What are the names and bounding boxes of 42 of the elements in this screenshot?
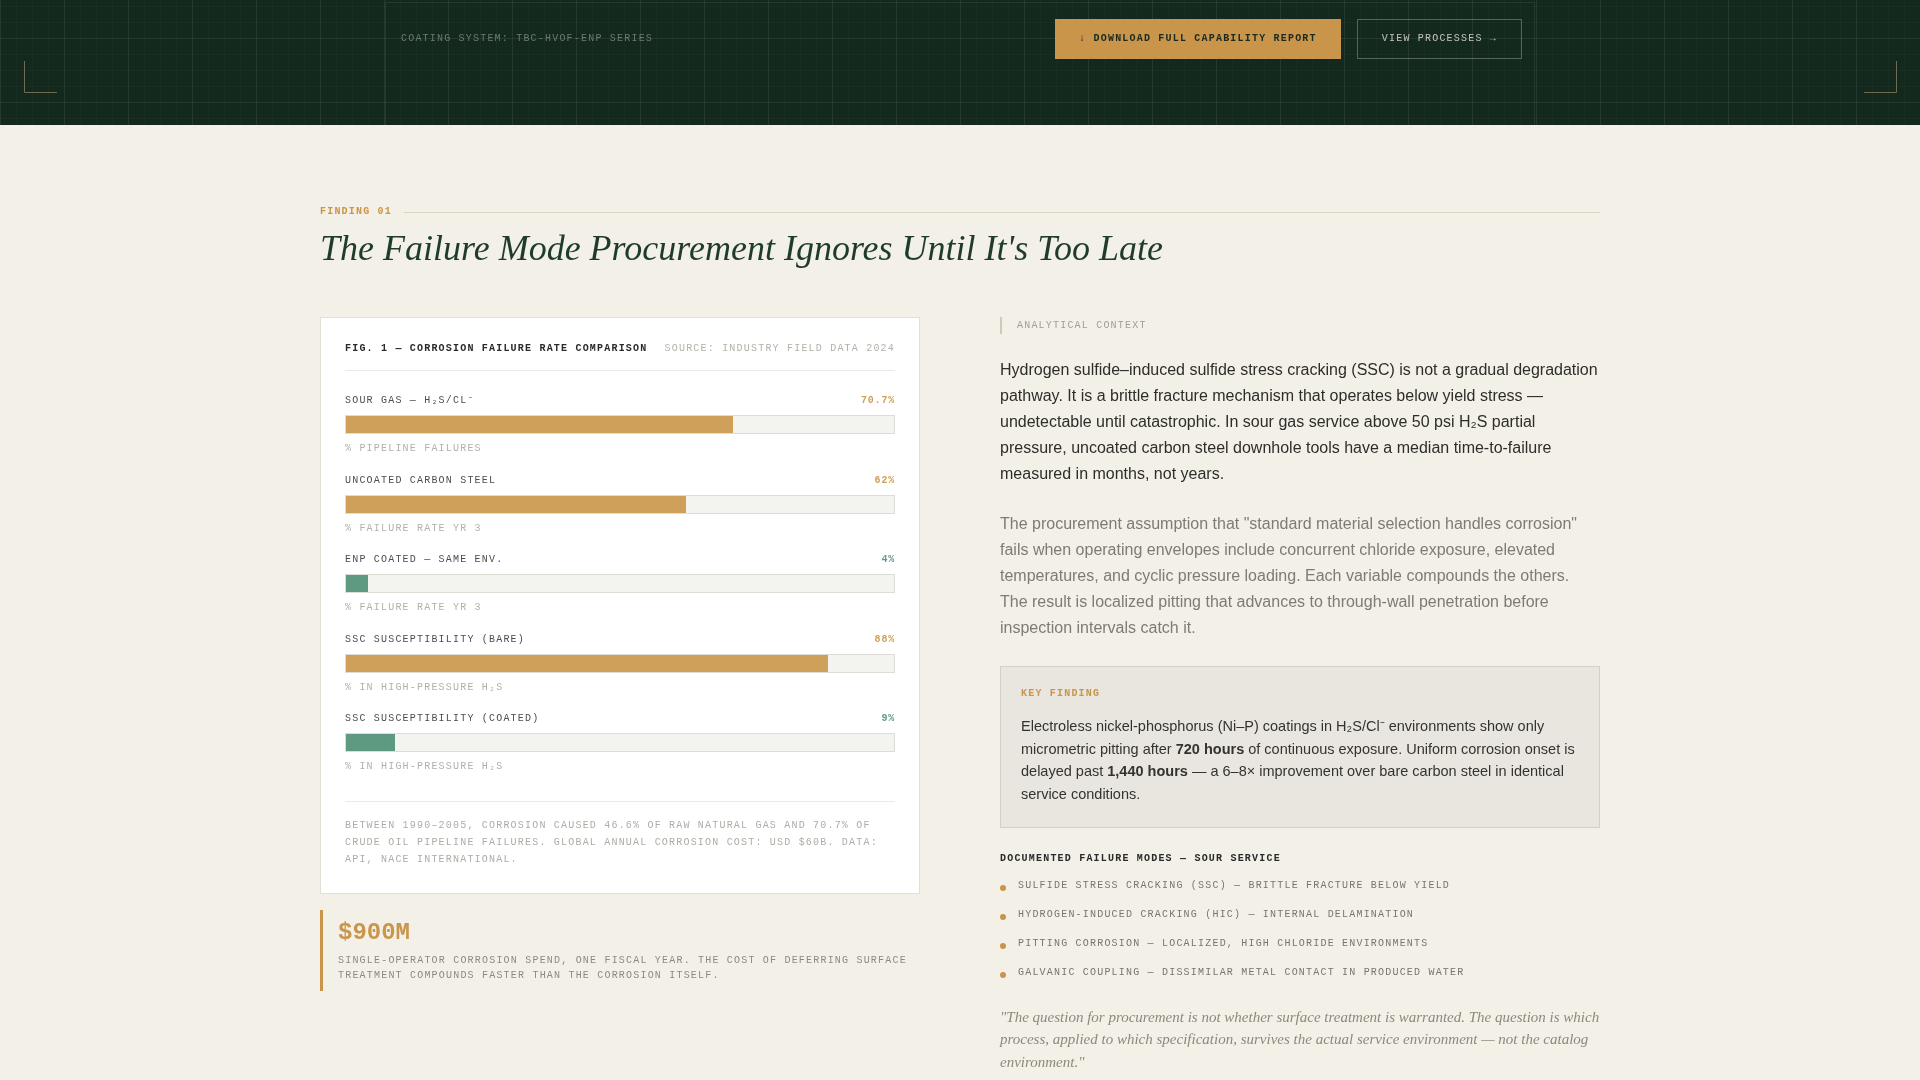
failure-modes-heading: DOCUMENTED FAILURE MODES — SOUR SERVICE (1000, 851, 1282, 866)
bar-caption: % FAILURE RATE YR 3 (345, 601, 483, 615)
body-paragraph: Hydrogen sulfide–induced sulfide stress cracking (SSC) is not a gradual degradation pathway. It is a brittle fracture mechanism that operates below yield stress — undetectable until catastrophic. In sour gas service above 50 psi H₂S partial pressure, uncoated carbon steel downhole tools have a median time-to-failure measured in months, not years. (1000, 360, 1599, 484)
bar-label: SOUR GAS — H₂S/CL⁻ (345, 394, 475, 408)
key-finding-label: KEY FINDING (1021, 687, 1102, 701)
coating-system-label: COATING SYSTEM: TBC-HVOF-ENP SERIES (401, 32, 654, 46)
bar-caption: % FAILURE RATE YR 3 (345, 521, 483, 536)
bar-value: 88% (874, 632, 895, 647)
finding-label: FINDING 01 (320, 205, 392, 219)
page-title: The Failure Mode Procurement Ignores Until It's Too Late (320, 227, 1164, 270)
bar-value: 70.7% (861, 394, 895, 408)
bar-label: SSC SUSCEPTIBILITY (COATED) (345, 712, 540, 726)
bar-value: 9% (881, 712, 895, 726)
bar-caption: % PIPELINE FAILURES (345, 442, 483, 456)
bar-caption: % IN HIGH-PRESSURE H₂S (345, 760, 505, 774)
corner-bracket-icon (24, 61, 57, 93)
bar-label: SSC SUSCEPTIBILITY (BARE) (345, 632, 526, 647)
figure-title: FIG. 1 — CORROSION FAILURE RATE COMPARISON (345, 342, 648, 356)
bar-value: 4% (881, 553, 895, 567)
bar-value: 62% (874, 473, 895, 488)
download-button[interactable]: ↓ DOWNLOAD FULL CAPABILITY REPORT (1055, 19, 1341, 59)
quote-text: "The question for procurement is not whether surface treatment is warranted. The question is which process, applied to which specification, survives the actual service environment — not the catalog environment." (1000, 1007, 1600, 1072)
bullet-icon (1000, 971, 1006, 978)
bullet-icon (1000, 942, 1006, 949)
failure-mode-text: SULFIDE STRESS CRACKING (SSC) — BRITTLE FRACTURE BELOW YIELD (1018, 878, 1451, 893)
corner-bracket-icon (1864, 61, 1897, 93)
failure-mode-text: HYDROGEN-INDUCED CRACKING (HIC) — INTERNAL DELAMINATION (1018, 907, 1415, 922)
bullet-icon (1000, 913, 1006, 920)
body-paragraph: The procurement assumption that "standard material selection handles corrosion" fails when operating envelopes include concurrent chloride exposure, elevated temperatures, and cyclic pressure loading. Each variable compounds the others. The result is localized pitting that advances to through-wall penetration before inspection intervals catch it. (1000, 514, 1578, 638)
failure-mode-text: GALVANIC COUPLING — DISSIMILAR METAL CONTACT IN PRODUCED WATER (1018, 965, 1465, 980)
view-processes-button[interactable]: VIEW PROCESSES → (1356, 19, 1522, 59)
stat-value: $900M (338, 919, 411, 947)
figure-source: SOURCE: INDUSTRY FIELD DATA 2024 (664, 342, 895, 356)
bullet-icon (1000, 884, 1006, 891)
key-finding-text: Electroless nickel-phosphorus (Ni–P) coatings in H₂S/Cl⁻ environments show only micrometric pitting after 720 hours of continuous exposure. Uniform corrosion onset is delayed past 1,440 hours — a 6–8× improvement over bare carbon steel in identical service conditions. (1021, 717, 1576, 805)
section-label: ANALYTICAL CONTEXT (1000, 317, 1600, 334)
bar-label: ENP COATED — SAME ENV. (345, 553, 504, 567)
figure-footnote: BETWEEN 1990–2005, CORROSION CAUSED 46.6% OF RAW NATURAL GAS AND 70.7% OF CRUDE OIL PIPELINE FAILURES. GLOBAL ANNUAL CORROSION COST: USD $60B. DATA: API, NACE INTERNATIONAL. (345, 801, 895, 868)
bar-label: UNCOATED CARBON STEEL (345, 473, 497, 488)
failure-mode-text: PITTING CORROSION — LOCALIZED, HIGH CHLORIDE ENVIRONMENTS (1018, 936, 1429, 951)
bar-caption: % IN HIGH-PRESSURE H₂S (345, 680, 505, 695)
stat-caption: SINGLE-OPERATOR CORROSION SPEND, ONE FISCAL YEAR. THE COST OF DEFERRING SURFACE TREATMENT COMPOUNDS FASTER THAN THE CORROSION ITSELF. (338, 954, 908, 983)
